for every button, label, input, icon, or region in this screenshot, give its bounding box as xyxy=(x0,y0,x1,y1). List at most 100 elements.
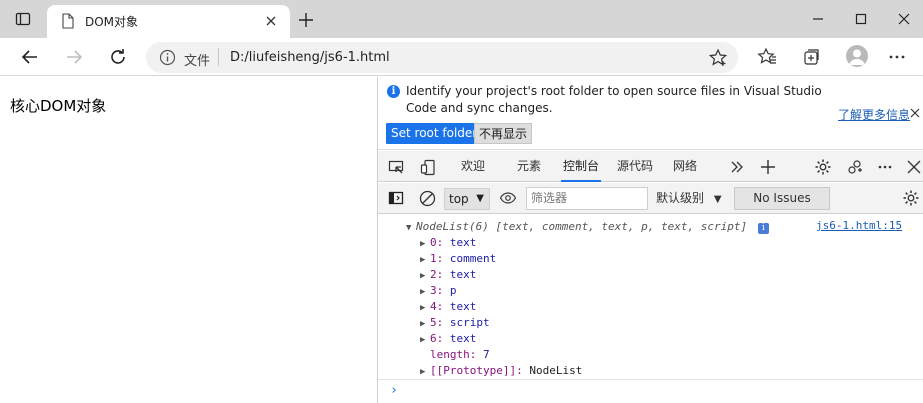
page-icon xyxy=(61,13,75,29)
item-key: 2 xyxy=(430,268,437,281)
dropdown-arrow-icon: ▼ xyxy=(476,193,484,204)
console-prompt[interactable]: › xyxy=(378,379,923,403)
clear-console-icon[interactable] xyxy=(418,189,436,207)
tab-strip: DOM对象 xyxy=(0,0,923,38)
list-item[interactable]: ▶ 2: text xyxy=(420,267,476,283)
item-value: text xyxy=(449,332,477,345)
tab-elements[interactable]: 元素 xyxy=(517,151,541,182)
item-key: 0 xyxy=(430,236,437,249)
add-favorite-icon[interactable] xyxy=(708,48,728,68)
list-item[interactable]: ▶ 5: script xyxy=(420,315,490,331)
info-icon: i xyxy=(387,85,400,98)
more-menu-icon[interactable] xyxy=(887,47,907,67)
page-heading: 核心DOM对象 xyxy=(10,97,107,115)
item-value: text xyxy=(449,236,477,249)
info-badge-icon: i xyxy=(757,223,769,234)
prototype-key: [[Prototype]] xyxy=(430,364,517,377)
minimize-icon[interactable] xyxy=(809,10,827,28)
list-item[interactable]: ▶ 6: text xyxy=(420,331,476,347)
info-message: Identify your project's root folder to o… xyxy=(406,84,822,115)
settings-gear-icon[interactable] xyxy=(814,158,832,176)
issues-button[interactable]: No Issues xyxy=(734,187,830,210)
dropdown-arrow-icon: ▼ xyxy=(713,194,722,205)
maximize-icon[interactable] xyxy=(852,10,870,28)
new-tab-icon[interactable] xyxy=(297,11,315,29)
customize-icon[interactable] xyxy=(846,158,864,176)
collapsed-triangle-icon[interactable]: ▶ xyxy=(420,268,430,284)
tab-network[interactable]: 网络 xyxy=(673,151,697,182)
dont-show-again-button[interactable]: 不再显示 xyxy=(474,123,533,144)
collapsed-triangle-icon[interactable]: ▶ xyxy=(420,236,430,252)
live-expression-eye-icon[interactable] xyxy=(499,189,517,207)
browser-tab[interactable]: DOM对象 xyxy=(47,5,290,38)
length-key: length xyxy=(430,348,470,361)
collapsed-triangle-icon[interactable]: ▶ xyxy=(420,332,430,348)
collapsed-triangle-icon[interactable]: ▶ xyxy=(420,300,430,316)
refresh-icon[interactable] xyxy=(108,47,128,67)
set-root-folder-button[interactable]: Set root folder xyxy=(386,123,483,144)
list-item[interactable]: ▶ 4: text xyxy=(420,299,476,315)
list-item[interactable]: ▶ 3: p xyxy=(420,283,457,299)
item-value: comment xyxy=(449,252,497,265)
close-infobar-icon[interactable] xyxy=(910,107,920,118)
window-close-icon[interactable] xyxy=(895,10,913,28)
url-text[interactable]: D:/liufeisheng/js6-1.html xyxy=(230,50,390,65)
summary-text: NodeList(6) [text, comment, text, p, tex… xyxy=(416,220,748,233)
collapsed-triangle-icon[interactable]: ▶ xyxy=(420,252,430,268)
device-emulation-icon[interactable] xyxy=(419,158,437,176)
site-info-icon[interactable] xyxy=(159,49,176,66)
close-devtools-icon[interactable] xyxy=(905,158,923,176)
collapsed-triangle-icon[interactable]: ▶ xyxy=(420,316,430,332)
list-item[interactable]: ▶ 1: comment xyxy=(420,251,496,267)
toggle-sidebar-icon[interactable] xyxy=(387,189,405,207)
item-colon: : xyxy=(436,236,450,249)
filter-input[interactable]: 筛选器 xyxy=(526,187,648,210)
collections-icon[interactable] xyxy=(801,47,821,67)
profile-avatar[interactable] xyxy=(846,45,868,67)
context-selector[interactable]: top ▼ xyxy=(444,188,490,210)
add-tool-icon[interactable] xyxy=(759,158,777,176)
nodelist-summary[interactable]: ▼ NodeList(6) [text, comment, text, p, te… xyxy=(406,219,769,235)
prototype-value: NodeList xyxy=(529,364,583,377)
list-item[interactable]: ▶ 0: text xyxy=(420,235,476,251)
length-value: 7 xyxy=(483,348,490,361)
item-colon: : xyxy=(436,284,450,297)
learn-more-link[interactable]: 了解更多信息 xyxy=(838,106,910,123)
address-bar[interactable]: 文件 D:/liufeisheng/js6-1.html xyxy=(146,42,738,73)
item-value: script xyxy=(449,316,490,329)
source-link[interactable]: js6-1.html:15 xyxy=(816,219,902,232)
console-settings-icon[interactable] xyxy=(902,189,920,207)
item-colon: : xyxy=(436,300,450,313)
tab-sources[interactable]: 源代码 xyxy=(617,151,653,182)
log-level-selector[interactable]: 默认级别 ▼ xyxy=(656,188,722,210)
url-divider xyxy=(218,48,219,66)
prototype-row[interactable]: ▶ [[Prototype]]: NodeList xyxy=(420,363,582,379)
close-tab-icon[interactable] xyxy=(262,12,280,30)
info-bar: i Identify your project's root folder to… xyxy=(378,77,923,150)
collapsed-triangle-icon[interactable]: ▶ xyxy=(420,364,430,380)
length-colon: : xyxy=(469,348,483,361)
favorites-icon[interactable] xyxy=(757,47,777,67)
item-colon: : xyxy=(436,316,450,329)
devtools-more-icon[interactable] xyxy=(876,158,894,176)
item-value: text xyxy=(449,268,477,281)
tab-welcome[interactable]: 欢迎 xyxy=(461,151,485,182)
tab-title: DOM对象 xyxy=(85,15,139,29)
expanded-triangle-icon[interactable]: ▼ xyxy=(406,220,416,236)
item-colon: : xyxy=(436,252,450,265)
item-key: 5 xyxy=(430,316,437,329)
navigation-toolbar: 文件 D:/liufeisheng/js6-1.html xyxy=(0,38,923,76)
item-key: 6 xyxy=(430,332,437,345)
more-tabs-icon[interactable] xyxy=(728,158,746,176)
back-icon[interactable] xyxy=(20,47,40,67)
tab-console[interactable]: 控制台 xyxy=(561,151,602,182)
forward-icon[interactable] xyxy=(64,47,84,67)
prototype-colon: : xyxy=(516,364,530,377)
tab-actions-icon[interactable] xyxy=(14,10,32,28)
log-level-label: 默认级别 xyxy=(656,191,705,205)
context-value: top xyxy=(449,192,469,206)
inspect-element-icon[interactable] xyxy=(387,158,405,176)
collapsed-triangle-icon[interactable]: ▶ xyxy=(420,284,430,300)
item-colon: : xyxy=(436,268,450,281)
item-key: 4 xyxy=(430,300,437,313)
